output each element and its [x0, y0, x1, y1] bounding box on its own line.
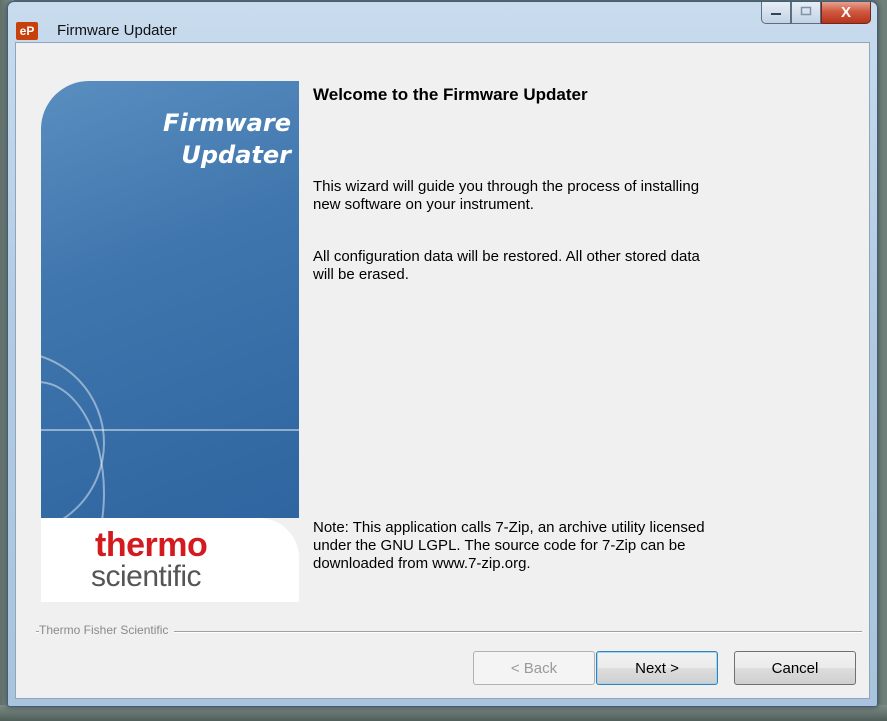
page-title: Welcome to the Firmware Updater: [313, 85, 588, 104]
maximize-button[interactable]: [791, 2, 821, 24]
minimize-button[interactable]: [761, 2, 791, 24]
close-icon: X: [840, 4, 851, 21]
footer-group: Thermo Fisher Scientific: [36, 623, 862, 639]
intro-line2: new software on your instrument.: [313, 196, 534, 213]
banner-title-line2: Updater: [181, 141, 291, 169]
app-icon: eP: [16, 22, 38, 40]
window-title: Firmware Updater: [57, 22, 178, 39]
firmware-updater-banner: Firmware Updater: [41, 81, 299, 518]
banner-decor-line: [41, 429, 299, 431]
intro-paragraph: This wizard will guide you through the p…: [313, 178, 833, 214]
note-line1: Note: This application calls 7-Zip, an a…: [313, 519, 705, 536]
footer-brand-label: Thermo Fisher Scientific: [39, 623, 175, 637]
cancel-button[interactable]: Cancel: [734, 651, 856, 685]
banner-title: Firmware Updater: [163, 107, 291, 171]
warning-line1: All configuration data will be restored.…: [313, 248, 700, 265]
intro-line1: This wizard will guide you through the p…: [313, 178, 700, 195]
firmware-updater-window: eP Firmware Updater X Firmware Updater t…: [7, 1, 878, 707]
taskbar-area: [0, 705, 887, 721]
warning-line2: will be erased.: [313, 266, 409, 283]
note-line2: under the GNU LGPL. The source code for …: [313, 537, 686, 554]
back-button[interactable]: < Back: [473, 651, 595, 685]
banner-title-line1: Firmware: [163, 109, 291, 137]
wizard-client-area: Firmware Updater thermo scientific Welco…: [15, 42, 870, 699]
minimize-icon: [770, 7, 782, 19]
maximize-icon: [800, 6, 812, 19]
logo-scientific-text: scientific: [91, 560, 202, 593]
data-warning-paragraph: All configuration data will be restored.…: [313, 248, 833, 284]
caption-buttons: X: [761, 2, 871, 24]
note-line3: downloaded from www.7-zip.org.: [313, 555, 531, 572]
close-button[interactable]: X: [821, 2, 871, 24]
license-note: Note: This application calls 7-Zip, an a…: [313, 519, 833, 573]
title-bar[interactable]: eP Firmware Updater X: [8, 2, 877, 42]
next-button[interactable]: Next >: [596, 651, 718, 685]
thermo-scientific-logo: thermo scientific: [41, 518, 299, 602]
